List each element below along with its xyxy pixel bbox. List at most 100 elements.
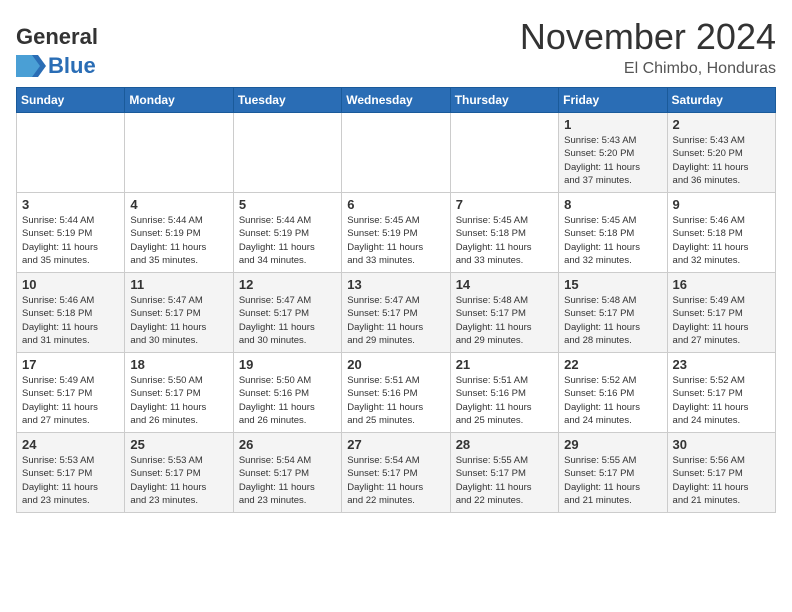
calendar-cell: 14 Sunrise: 5:48 AM Sunset: 5:17 PM Dayli… [450,273,558,353]
day-number: 16 [673,277,770,292]
day-number: 4 [130,197,227,212]
day-info: Sunrise: 5:55 AM Sunset: 5:17 PM Dayligh… [456,454,553,507]
day-number: 8 [564,197,661,212]
calendar-cell: 10 Sunrise: 5:46 AM Sunset: 5:18 PM Dayli… [17,273,125,353]
calendar-cell: 22 Sunrise: 5:52 AM Sunset: 5:16 PM Dayli… [559,353,667,433]
day-info: Sunrise: 5:54 AM Sunset: 5:17 PM Dayligh… [347,454,444,507]
day-info: Sunrise: 5:51 AM Sunset: 5:16 PM Dayligh… [347,374,444,427]
day-number: 26 [239,437,336,452]
day-info: Sunrise: 5:46 AM Sunset: 5:18 PM Dayligh… [673,214,770,267]
day-number: 2 [673,117,770,132]
day-info: Sunrise: 5:54 AM Sunset: 5:17 PM Dayligh… [239,454,336,507]
day-info: Sunrise: 5:47 AM Sunset: 5:17 PM Dayligh… [130,294,227,347]
calendar-cell: 20 Sunrise: 5:51 AM Sunset: 5:16 PM Dayli… [342,353,450,433]
day-number: 30 [673,437,770,452]
day-number: 25 [130,437,227,452]
day-number: 20 [347,357,444,372]
calendar-cell: 4 Sunrise: 5:44 AM Sunset: 5:19 PM Daylig… [125,193,233,273]
day-number: 9 [673,197,770,212]
calendar-cell [233,113,341,193]
calendar-header-row: SundayMondayTuesdayWednesdayThursdayFrid… [17,88,776,113]
day-number: 3 [22,197,119,212]
day-info: Sunrise: 5:55 AM Sunset: 5:17 PM Dayligh… [564,454,661,507]
week-row-3: 10 Sunrise: 5:46 AM Sunset: 5:18 PM Dayli… [17,273,776,353]
calendar-body: 1 Sunrise: 5:43 AM Sunset: 5:20 PM Daylig… [17,113,776,513]
day-info: Sunrise: 5:43 AM Sunset: 5:20 PM Dayligh… [564,134,661,187]
day-info: Sunrise: 5:56 AM Sunset: 5:17 PM Dayligh… [673,454,770,507]
week-row-1: 1 Sunrise: 5:43 AM Sunset: 5:20 PM Daylig… [17,113,776,193]
day-number: 27 [347,437,444,452]
day-number: 10 [22,277,119,292]
calendar-cell: 3 Sunrise: 5:44 AM Sunset: 5:19 PM Daylig… [17,193,125,273]
day-info: Sunrise: 5:43 AM Sunset: 5:20 PM Dayligh… [673,134,770,187]
calendar-cell: 30 Sunrise: 5:56 AM Sunset: 5:17 PM Dayli… [667,433,775,513]
day-number: 29 [564,437,661,452]
day-number: 6 [347,197,444,212]
calendar-cell: 29 Sunrise: 5:55 AM Sunset: 5:17 PM Dayli… [559,433,667,513]
day-number: 7 [456,197,553,212]
calendar-table: SundayMondayTuesdayWednesdayThursdayFrid… [16,87,776,513]
week-row-4: 17 Sunrise: 5:49 AM Sunset: 5:17 PM Dayli… [17,353,776,433]
day-info: Sunrise: 5:53 AM Sunset: 5:17 PM Dayligh… [130,454,227,507]
day-number: 23 [673,357,770,372]
day-info: Sunrise: 5:47 AM Sunset: 5:17 PM Dayligh… [239,294,336,347]
calendar-cell: 2 Sunrise: 5:43 AM Sunset: 5:20 PM Daylig… [667,113,775,193]
day-info: Sunrise: 5:48 AM Sunset: 5:17 PM Dayligh… [456,294,553,347]
calendar-cell: 7Sunrise: 5:45 AM Sunset: 5:18 PM Daylig… [450,193,558,273]
day-info: Sunrise: 5:50 AM Sunset: 5:17 PM Dayligh… [130,374,227,427]
calendar-cell: 19Sunrise: 5:50 AM Sunset: 5:16 PM Dayli… [233,353,341,433]
day-info: Sunrise: 5:52 AM Sunset: 5:16 PM Dayligh… [564,374,661,427]
day-header-wednesday: Wednesday [342,88,450,113]
day-info: Sunrise: 5:53 AM Sunset: 5:17 PM Dayligh… [22,454,119,507]
calendar-cell: 18 Sunrise: 5:50 AM Sunset: 5:17 PM Dayli… [125,353,233,433]
calendar-cell: 16 Sunrise: 5:49 AM Sunset: 5:17 PM Dayli… [667,273,775,353]
svg-text:General: General [16,24,98,49]
day-info: Sunrise: 5:46 AM Sunset: 5:18 PM Dayligh… [22,294,119,347]
day-number: 18 [130,357,227,372]
header: General Blue November 2024 El Chimbo, Ho… [16,16,776,79]
calendar-cell: 28 Sunrise: 5:55 AM Sunset: 5:17 PM Dayli… [450,433,558,513]
day-number: 13 [347,277,444,292]
calendar-cell [450,113,558,193]
day-info: Sunrise: 5:49 AM Sunset: 5:17 PM Dayligh… [673,294,770,347]
calendar-cell: 25 Sunrise: 5:53 AM Sunset: 5:17 PM Dayli… [125,433,233,513]
day-number: 15 [564,277,661,292]
week-row-2: 3 Sunrise: 5:44 AM Sunset: 5:19 PM Daylig… [17,193,776,273]
calendar-cell: 9 Sunrise: 5:46 AM Sunset: 5:18 PM Daylig… [667,193,775,273]
location-subtitle: El Chimbo, Honduras [520,60,776,78]
calendar-cell [17,113,125,193]
calendar-cell: 26 Sunrise: 5:54 AM Sunset: 5:17 PM Dayli… [233,433,341,513]
day-number: 11 [130,277,227,292]
day-number: 5 [239,197,336,212]
day-number: 28 [456,437,553,452]
day-info: Sunrise: 5:49 AM Sunset: 5:17 PM Dayligh… [22,374,119,427]
day-info: Sunrise: 5:45 AM Sunset: 5:19 PM Dayligh… [347,214,444,267]
logo: General Blue [16,16,106,79]
week-row-5: 24Sunrise: 5:53 AM Sunset: 5:17 PM Dayli… [17,433,776,513]
calendar-cell: 11 Sunrise: 5:47 AM Sunset: 5:17 PM Dayli… [125,273,233,353]
day-info: Sunrise: 5:51 AM Sunset: 5:16 PM Dayligh… [456,374,553,427]
day-header-tuesday: Tuesday [233,88,341,113]
day-header-friday: Friday [559,88,667,113]
day-number: 17 [22,357,119,372]
day-info: Sunrise: 5:44 AM Sunset: 5:19 PM Dayligh… [22,214,119,267]
calendar-cell: 5 Sunrise: 5:44 AM Sunset: 5:19 PM Daylig… [233,193,341,273]
day-number: 21 [456,357,553,372]
day-info: Sunrise: 5:47 AM Sunset: 5:17 PM Dayligh… [347,294,444,347]
calendar-cell: 6 Sunrise: 5:45 AM Sunset: 5:19 PM Daylig… [342,193,450,273]
day-number: 1 [564,117,661,132]
month-title: November 2024 [520,16,776,58]
day-info: Sunrise: 5:52 AM Sunset: 5:17 PM Dayligh… [673,374,770,427]
day-number: 14 [456,277,553,292]
day-header-saturday: Saturday [667,88,775,113]
day-header-sunday: Sunday [17,88,125,113]
day-info: Sunrise: 5:44 AM Sunset: 5:19 PM Dayligh… [239,214,336,267]
calendar-cell: 8Sunrise: 5:45 AM Sunset: 5:18 PM Daylig… [559,193,667,273]
calendar-cell [342,113,450,193]
day-info: Sunrise: 5:48 AM Sunset: 5:17 PM Dayligh… [564,294,661,347]
day-number: 22 [564,357,661,372]
day-info: Sunrise: 5:44 AM Sunset: 5:19 PM Dayligh… [130,214,227,267]
logo-icon [16,55,46,77]
calendar-cell: 23 Sunrise: 5:52 AM Sunset: 5:17 PM Dayli… [667,353,775,433]
calendar-cell: 1 Sunrise: 5:43 AM Sunset: 5:20 PM Daylig… [559,113,667,193]
